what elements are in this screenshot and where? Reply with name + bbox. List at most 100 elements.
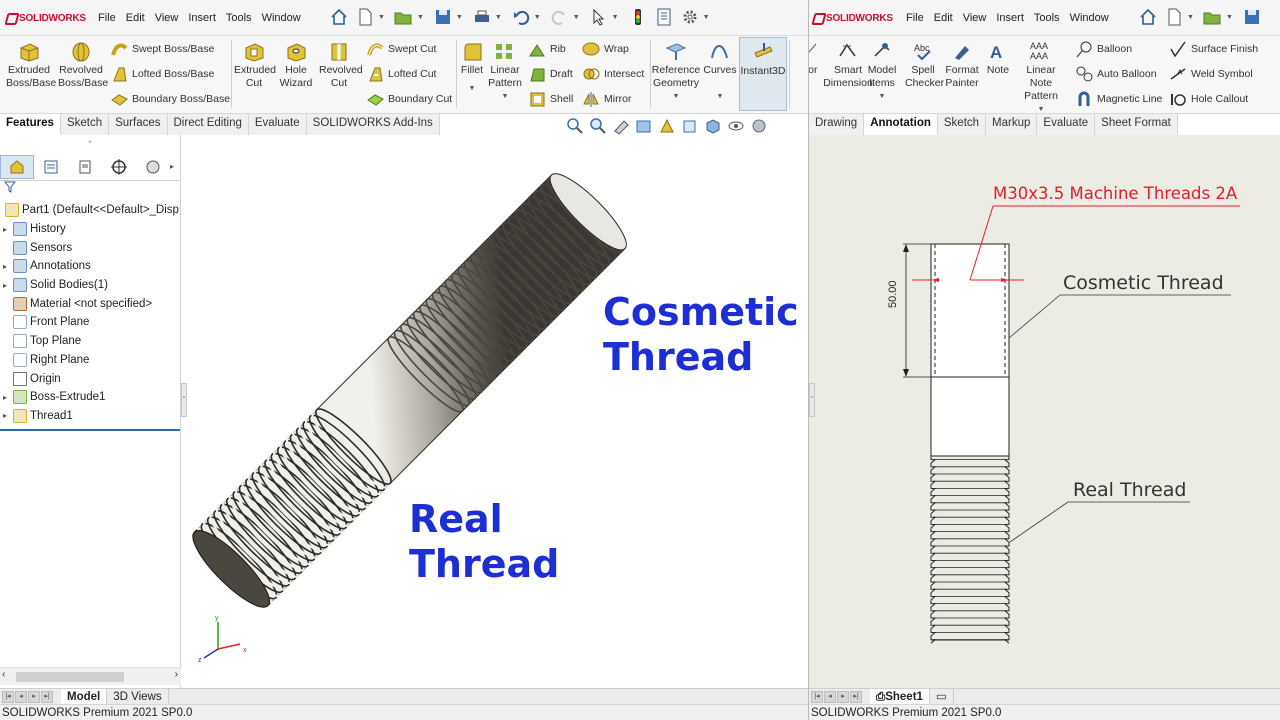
rib-button[interactable]: Rib bbox=[528, 40, 566, 58]
new-document-icon[interactable] bbox=[354, 6, 376, 28]
cosmetic-thread-note[interactable]: Cosmetic Thread bbox=[1063, 272, 1224, 294]
menu-view[interactable]: View bbox=[155, 12, 179, 24]
chevron-down-icon[interactable]: ▼ bbox=[417, 14, 424, 21]
display-manager-tab[interactable] bbox=[136, 155, 170, 179]
expand-arrow-icon[interactable]: ▸ bbox=[0, 393, 10, 402]
rollback-bar[interactable] bbox=[0, 429, 180, 431]
revolved-boss-button[interactable]: Revolved Boss/Base bbox=[56, 40, 108, 90]
magnetic-line-button[interactable]: Magnetic Line bbox=[1075, 90, 1162, 108]
spell-checker-button[interactable]: Abc Spell Checker bbox=[904, 40, 944, 90]
menu-file[interactable]: File bbox=[98, 12, 116, 24]
model-items-button[interactable]: Model Items ▼ bbox=[865, 40, 899, 103]
chevron-down-icon[interactable]: ▼ bbox=[495, 14, 502, 21]
chevron-down-icon[interactable]: ▼ bbox=[703, 14, 710, 21]
tree-item[interactable]: Part1 (Default<<Default>_Disp bbox=[0, 201, 180, 220]
chevron-down-icon[interactable]: ▼ bbox=[573, 14, 580, 21]
expand-arrow-icon[interactable]: ▸ bbox=[0, 225, 10, 234]
view-orientation-icon[interactable] bbox=[681, 117, 699, 135]
extruded-cut-button[interactable]: Extruded Cut bbox=[233, 40, 276, 90]
horizontal-scrollbar[interactable]: ‹ › bbox=[0, 667, 181, 685]
weld-symbol-button[interactable]: Weld Symbol bbox=[1169, 65, 1253, 83]
swept-cut-button[interactable]: Swept Cut bbox=[366, 40, 436, 58]
last-sheet-icon[interactable]: ▸| bbox=[850, 690, 862, 703]
tab-sketch[interactable]: Sketch bbox=[937, 114, 987, 135]
next-tab-icon[interactable]: ▸ bbox=[28, 690, 40, 703]
tree-item[interactable]: Material <not specified> bbox=[0, 294, 180, 313]
reference-geometry-button[interactable]: Reference Geometry ▼ bbox=[652, 40, 700, 103]
feature-manager-tab[interactable] bbox=[0, 154, 34, 179]
tree-item[interactable]: ▸ Annotations bbox=[0, 257, 180, 276]
zoom-to-area-icon[interactable] bbox=[589, 117, 607, 135]
boundary-boss-button[interactable]: Boundary Boss/Base bbox=[110, 90, 230, 108]
tab-solidworks-add-ins[interactable]: SOLIDWORKS Add-Ins bbox=[306, 114, 440, 135]
chevron-down-icon[interactable]: ▼ bbox=[378, 14, 385, 21]
linear-note-pattern-button[interactable]: AAA AAA Linear Note Pattern ▼ bbox=[1013, 40, 1069, 116]
open-icon[interactable] bbox=[393, 6, 415, 28]
thread-callout-note[interactable]: M30x3.5 Machine Threads 2A bbox=[993, 184, 1237, 203]
section-view-icon[interactable] bbox=[635, 117, 653, 135]
lofted-boss-button[interactable]: Lofted Boss/Base bbox=[110, 65, 214, 83]
chevron-down-icon[interactable]: ▼ bbox=[673, 90, 680, 103]
next-sheet-icon[interactable]: ▸ bbox=[837, 690, 849, 703]
dynamic-annotation-icon[interactable] bbox=[658, 117, 676, 135]
rebuild-icon[interactable] bbox=[627, 6, 649, 28]
drawing-sheet[interactable]: M30x3.5 Machine Threads 2A Cosmetic Thre… bbox=[809, 135, 1280, 688]
tab-markup[interactable]: Markup bbox=[986, 114, 1038, 135]
home-icon[interactable] bbox=[1137, 6, 1159, 28]
new-document-icon[interactable] bbox=[1163, 6, 1185, 28]
tab-3d-views[interactable]: 3D Views bbox=[107, 688, 169, 705]
panel-grip[interactable]: ° bbox=[0, 135, 180, 153]
display-style-icon[interactable] bbox=[704, 117, 722, 135]
chevron-down-icon[interactable]: ▼ bbox=[456, 14, 463, 21]
chevron-down-icon[interactable]: ▼ bbox=[469, 82, 476, 95]
property-manager-tab[interactable] bbox=[34, 155, 68, 179]
graphics-area[interactable]: y x z Cosmetic Thread Real Thread bbox=[181, 135, 809, 688]
hole-wizard-button[interactable]: Hole Wizard bbox=[276, 40, 316, 90]
select-icon[interactable] bbox=[588, 6, 610, 28]
note-button[interactable]: A Note bbox=[984, 40, 1012, 77]
tab-evaluate[interactable]: Evaluate bbox=[248, 114, 307, 135]
menu-tools[interactable]: Tools bbox=[226, 12, 252, 24]
hide-show-items-icon[interactable] bbox=[727, 117, 745, 135]
expand-arrow-icon[interactable]: ▸ bbox=[0, 262, 10, 271]
chevron-down-icon[interactable]: ▼ bbox=[1187, 14, 1194, 21]
tab-sheet1[interactable]: ⎙Sheet1 bbox=[870, 688, 930, 705]
fillet-button[interactable]: Fillet ▼ bbox=[458, 40, 486, 95]
instant3d-button[interactable]: Instant3D bbox=[739, 37, 787, 111]
scroll-right-icon[interactable]: › bbox=[175, 669, 178, 680]
chevron-right-icon[interactable]: ▸ bbox=[170, 162, 174, 171]
real-thread-note[interactable]: Real Thread bbox=[1073, 479, 1186, 501]
menu-view[interactable]: View bbox=[963, 12, 987, 24]
extruded-boss-button[interactable]: Extruded Boss/Base bbox=[4, 40, 56, 90]
boundary-cut-button[interactable]: Boundary Cut bbox=[366, 90, 452, 108]
chevron-down-icon[interactable]: ▼ bbox=[534, 14, 541, 21]
tree-item[interactable]: Top Plane bbox=[0, 332, 180, 351]
swept-boss-button[interactable]: Swept Boss/Base bbox=[110, 40, 214, 58]
tree-item[interactable]: Origin bbox=[0, 369, 180, 388]
scroll-left-icon[interactable]: ‹ bbox=[2, 669, 5, 680]
intersect-button[interactable]: Intersect bbox=[582, 65, 644, 83]
balloon-button[interactable]: Balloon bbox=[1075, 40, 1132, 58]
auto-balloon-button[interactable]: Auto Balloon bbox=[1075, 65, 1157, 83]
tab-direct-editing[interactable]: Direct Editing bbox=[167, 114, 249, 135]
chevron-down-icon[interactable]: ▼ bbox=[1226, 14, 1233, 21]
tab-surfaces[interactable]: Surfaces bbox=[109, 114, 168, 135]
lofted-cut-button[interactable]: Lofted Cut bbox=[366, 65, 436, 83]
tree-item[interactable]: Front Plane bbox=[0, 313, 180, 332]
chevron-down-icon[interactable]: ▼ bbox=[612, 14, 619, 21]
revolved-cut-button[interactable]: Revolved Cut bbox=[318, 40, 363, 90]
options-gear-icon[interactable] bbox=[679, 6, 701, 28]
tree-item[interactable]: ▸ Solid Bodies(1) bbox=[0, 276, 180, 295]
curves-button[interactable]: Curves ▼ bbox=[703, 40, 737, 103]
tree-item[interactable]: Right Plane bbox=[0, 351, 180, 370]
tree-item[interactable]: ▸ Thread1 bbox=[0, 407, 180, 426]
tab-sheet-format[interactable]: Sheet Format bbox=[1095, 114, 1178, 135]
panel-expand-handle[interactable]: ° bbox=[809, 383, 815, 417]
menu-window[interactable]: Window bbox=[1070, 12, 1109, 24]
save-icon[interactable] bbox=[432, 6, 454, 28]
tab-drawing[interactable]: Drawing bbox=[809, 114, 865, 135]
chevron-down-icon[interactable]: ▼ bbox=[879, 90, 886, 103]
previous-view-icon[interactable] bbox=[612, 117, 630, 135]
print-icon[interactable] bbox=[471, 6, 493, 28]
menu-insert[interactable]: Insert bbox=[996, 12, 1024, 24]
